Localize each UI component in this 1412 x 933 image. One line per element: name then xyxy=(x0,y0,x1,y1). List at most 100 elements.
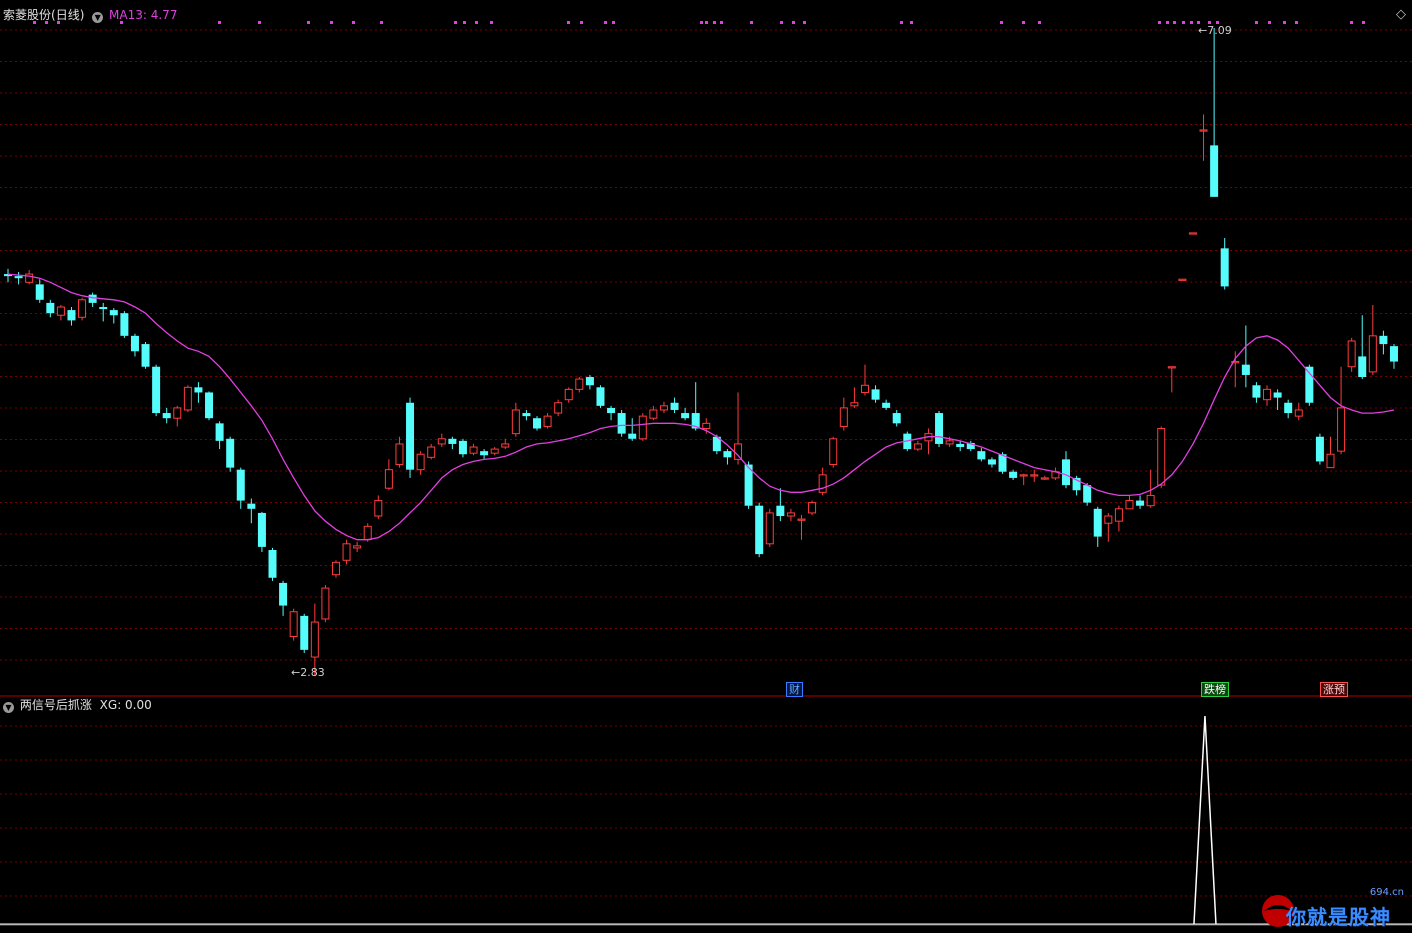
candle-body xyxy=(194,387,203,393)
candle-body xyxy=(1389,346,1398,362)
signal-dot xyxy=(352,21,355,24)
signal-dot xyxy=(1362,21,1365,24)
candle-body xyxy=(1093,508,1102,537)
candle-body xyxy=(850,402,859,407)
candle-body xyxy=(141,344,150,367)
candle-body xyxy=(871,389,880,400)
candle-body xyxy=(797,518,806,521)
candle-body xyxy=(130,335,139,352)
candle-body xyxy=(490,448,499,454)
candle-body xyxy=(1358,356,1367,378)
high-arrow-icon: ← xyxy=(1198,24,1208,37)
candle-body xyxy=(1273,392,1282,398)
rise-forecast-badge[interactable]: 涨预 xyxy=(1320,682,1348,697)
signal-dot xyxy=(1166,21,1169,24)
candle-body xyxy=(1062,459,1070,486)
drop-rank-badge[interactable]: 跌榜 xyxy=(1201,682,1229,697)
candle-body xyxy=(1136,500,1145,506)
candle-body xyxy=(448,438,457,444)
candle-body xyxy=(458,440,467,455)
finance-badge[interactable]: 财 xyxy=(786,682,803,697)
candle-body xyxy=(1294,409,1303,417)
candle-body xyxy=(205,392,214,419)
candle-body xyxy=(575,378,584,390)
signal-dot xyxy=(1255,21,1258,24)
candle-body xyxy=(14,276,23,279)
candle-body xyxy=(702,422,711,429)
candle-body xyxy=(374,500,383,517)
period-label[interactable]: (日线) xyxy=(51,8,84,22)
candle-body xyxy=(215,423,224,441)
signal-dot xyxy=(803,21,806,24)
candle-body xyxy=(501,443,510,448)
candle-body xyxy=(776,505,785,517)
xg-signal-spike xyxy=(1193,715,1217,925)
candle-body xyxy=(882,402,891,408)
candle-body xyxy=(395,443,404,466)
watermark: 694.cn 你就是股神 xyxy=(1256,887,1406,929)
high-price-label: ←7.09 xyxy=(1198,24,1232,37)
candle-body xyxy=(120,313,129,336)
watermark-text: 你就是股神 xyxy=(1286,905,1391,929)
candle-body xyxy=(1263,388,1272,401)
chevron-down-icon[interactable]: ▼ xyxy=(3,702,14,713)
candle-body xyxy=(1210,145,1219,197)
signal-dot xyxy=(720,21,723,24)
candle-body xyxy=(765,512,774,545)
candle-body xyxy=(554,402,563,414)
low-price-label: ←2.83 xyxy=(291,666,325,679)
ma13-label: MA13: 4.77 xyxy=(109,8,178,22)
candle-body xyxy=(1104,515,1113,524)
signal-dot xyxy=(604,21,607,24)
candle-body xyxy=(987,459,996,465)
chevron-down-icon[interactable]: ▼ xyxy=(92,12,104,23)
candle-body xyxy=(585,377,594,386)
candle-body xyxy=(353,545,362,549)
signal-dot xyxy=(1182,21,1185,24)
indicator-title[interactable]: 两信号后抓涨 xyxy=(20,698,92,712)
diamond-icon[interactable]: ◇ xyxy=(1396,8,1406,22)
candle-body xyxy=(469,446,478,454)
candle-body xyxy=(935,413,944,444)
candle-body xyxy=(279,582,288,606)
candle-body xyxy=(522,413,531,417)
candle-body xyxy=(1315,436,1324,462)
candle-body xyxy=(818,474,827,493)
signal-dot xyxy=(612,21,615,24)
candle-body xyxy=(427,446,436,458)
candle-body xyxy=(56,306,65,316)
candle-body xyxy=(173,407,182,419)
candle-body xyxy=(1347,340,1356,368)
candle-body xyxy=(1379,335,1388,345)
candle-body xyxy=(1019,474,1028,477)
xg-label: XG: 0.00 xyxy=(99,698,152,712)
candle-body xyxy=(384,469,393,489)
signal-dot xyxy=(1283,21,1286,24)
candle-body xyxy=(1114,508,1123,522)
candle-body xyxy=(628,433,637,439)
signal-dot xyxy=(1173,21,1176,24)
signal-dot xyxy=(1190,21,1193,24)
candle-body xyxy=(670,402,679,410)
candle-body xyxy=(543,415,552,427)
candle-body xyxy=(1083,485,1092,503)
candle-body xyxy=(860,384,869,393)
candle-body xyxy=(247,503,256,509)
low-arrow-icon: ← xyxy=(291,666,301,679)
candle-body xyxy=(46,302,55,314)
signal-dot xyxy=(454,21,457,24)
candle-body xyxy=(1326,453,1335,469)
candle-body xyxy=(1157,427,1166,486)
candle-body xyxy=(1284,402,1293,414)
signal-dot xyxy=(792,21,795,24)
stock-name[interactable]: 索菱股份 xyxy=(3,8,51,22)
signal-dot xyxy=(307,21,310,24)
price-chart[interactable] xyxy=(0,0,1412,933)
signal-dot xyxy=(567,21,570,24)
candle-body xyxy=(638,415,647,440)
candle-body xyxy=(1252,385,1261,398)
signal-dot xyxy=(580,21,583,24)
watermark-site: 694.cn xyxy=(1369,887,1404,898)
candle-body xyxy=(564,388,573,401)
candle-body xyxy=(1241,364,1250,375)
